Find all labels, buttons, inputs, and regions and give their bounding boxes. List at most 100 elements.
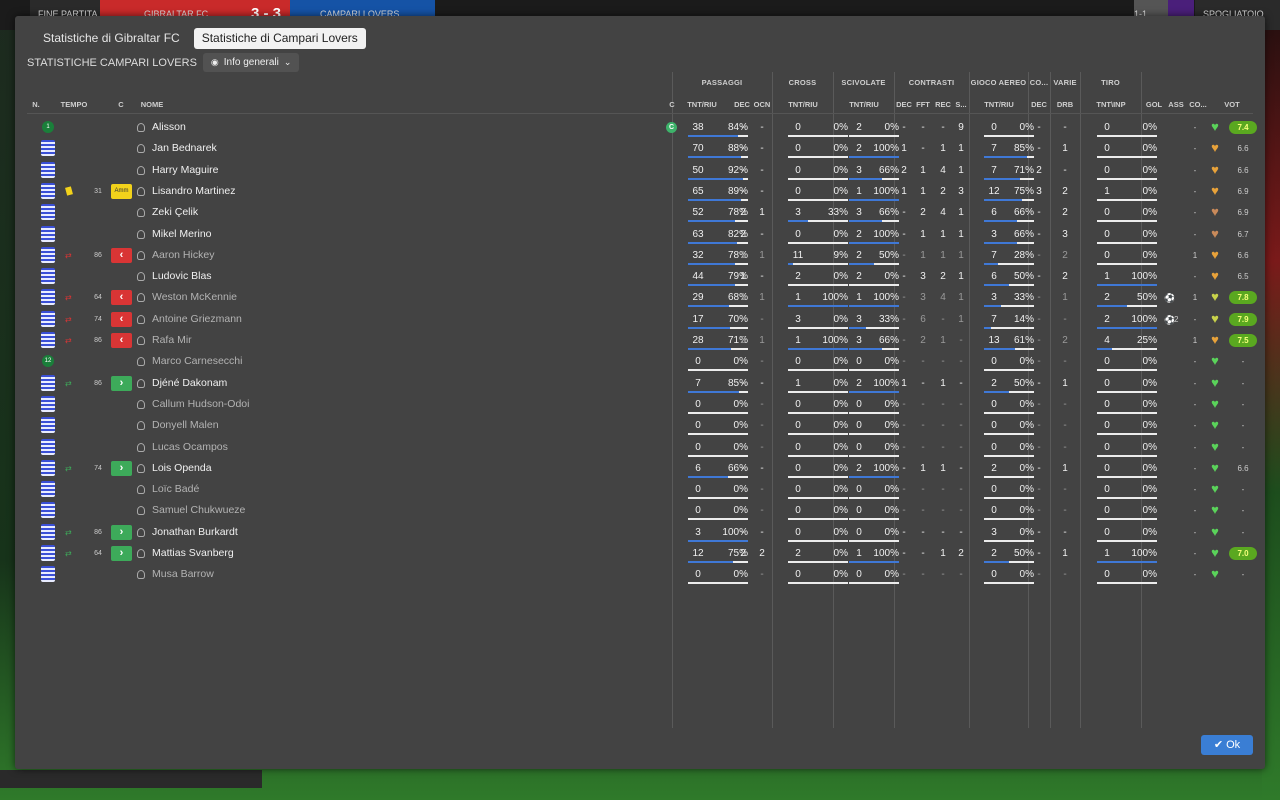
player-name[interactable]: Samuel Chukwueze bbox=[152, 500, 245, 521]
player-name[interactable]: Musa Barrow bbox=[152, 564, 214, 585]
player-name[interactable]: Jonathan Burkardt bbox=[152, 522, 238, 543]
player-name[interactable]: Loïc Badé bbox=[152, 479, 199, 500]
player-profile-icon[interactable] bbox=[137, 421, 145, 431]
player-profile-icon[interactable] bbox=[137, 165, 145, 175]
table-row[interactable]: Samuel Chukwueze 0 0% - -0 0% 0 0% - - - -0 0% - -0 0% -… bbox=[27, 500, 1253, 521]
player-name[interactable]: Rafa Mir bbox=[152, 330, 192, 351]
dribbles: - bbox=[1063, 398, 1067, 410]
table-row[interactable]: ⇄ 86 ‹ Rafa Mir 28 71% 2 1 1 100% 3 66% -2 1-13 61% -2 4… bbox=[27, 330, 1257, 351]
player-profile-icon[interactable] bbox=[137, 123, 145, 132]
header-captain[interactable]: C bbox=[667, 100, 677, 109]
table-row[interactable]: ⇄ 74 ‹ Antoine Griezmann 17 70% - -3 0% 3 33% -6-1 7… bbox=[27, 309, 1257, 330]
player-profile-icon[interactable] bbox=[137, 144, 145, 154]
header-c[interactable]: C bbox=[113, 100, 129, 109]
ok-button[interactable]: ✔ Ok bbox=[1201, 735, 1253, 755]
player-name[interactable]: Marco Carnesecchi bbox=[152, 351, 242, 372]
player-profile-icon[interactable] bbox=[137, 378, 145, 388]
table-row[interactable]: 12 Marco Carnesecchi 0 0% - -0 0% 0 0% - - - -0 0% - -0… bbox=[27, 351, 1253, 372]
header-contr-rec[interactable]: REC bbox=[933, 100, 953, 109]
table-row[interactable]: Donyell Malen 0 0% - -0 0% 0 0% - - - -0 0% - -0 0% - ♥ - bbox=[27, 415, 1253, 436]
table-row[interactable]: Mikel Merino 63 82% 2-0 0% 2 100% -1 1 1 3 66% -3 0 0%… bbox=[27, 224, 1253, 245]
player-profile-icon[interactable] bbox=[137, 229, 145, 239]
table-row[interactable]: ⇄ 86 › Djéné Dakonam 7 85% - -1 0% 2 100% 1-1-2 50% -… bbox=[27, 373, 1253, 394]
header-pass-tnt-riu[interactable]: TNT/RIU bbox=[677, 100, 727, 109]
table-row[interactable]: Harry Maguire 50 92% - -0 0% 3 66% 2 1 4 1 7 71% 2-0 0%… bbox=[27, 160, 1253, 181]
header-pass-dec[interactable]: DEC bbox=[733, 100, 751, 109]
contr-s: 1 bbox=[958, 271, 964, 283]
table-row[interactable]: Lucas Ocampos 0 0% - -0 0% 0 0% - - - -0 0% - -0 0% - ♥ - bbox=[27, 437, 1253, 458]
table-row[interactable]: ⇄ 64 › Mattias Svanberg 12 75% 2 2 2 0% 1 100% - -1 2 2… bbox=[27, 543, 1257, 564]
shots-percent: 0% bbox=[1142, 484, 1157, 496]
player-name[interactable]: Ludovic Blas bbox=[152, 266, 212, 287]
header-condition[interactable]: CO... bbox=[1187, 100, 1209, 109]
player-profile-icon[interactable] bbox=[137, 399, 145, 409]
header-pass-ocn[interactable]: OCN bbox=[752, 100, 772, 109]
shots: 0 0% bbox=[1097, 351, 1157, 372]
table-row[interactable]: 31 Amm Lisandro Martinez 65 89% - -0 0% 1 100% 1 1 2… bbox=[27, 181, 1253, 202]
player-profile-icon[interactable] bbox=[137, 442, 145, 452]
header-tempo[interactable]: TEMPO bbox=[57, 100, 91, 109]
player-profile-icon[interactable] bbox=[137, 549, 145, 558]
player-profile-icon[interactable] bbox=[137, 506, 145, 516]
player-name[interactable]: Alisson bbox=[152, 117, 186, 138]
table-row[interactable]: ⇄ 74 › Lois Openda 6 66% - -0 0% 2 100% -1 1-2 0% -1 0 0… bbox=[27, 458, 1253, 479]
header-sciv-tnt-riu[interactable]: TNT/RIU bbox=[838, 100, 890, 109]
tab-home-stats[interactable]: Statistiche di Gibraltar FC bbox=[35, 28, 188, 49]
table-row[interactable]: 1 Alisson C 38 84% - -0 0% 2 0% - - -9 0 0% - -0 0% - ♥ 7.4 bbox=[27, 117, 1257, 138]
table-row[interactable]: Jan Bednarek 70 88% - -0 0% 2 100% 1-1 1 7 85% -1 0 0%… bbox=[27, 138, 1253, 159]
player-profile-icon[interactable] bbox=[137, 293, 145, 303]
table-row[interactable]: Zeki Çelik 52 78% 2 1 3 33% 3 66% -2 4 1 6 66% -2 0 0% - ♥… bbox=[27, 202, 1253, 223]
player-profile-icon[interactable] bbox=[137, 250, 145, 260]
player-name[interactable]: Lois Openda bbox=[152, 458, 212, 479]
player-profile-icon[interactable] bbox=[137, 463, 145, 473]
tackles-attempts: 2 bbox=[856, 143, 862, 155]
table-row[interactable]: ⇄ 64 ‹ Weston McKennie 29 68% 1 1 1 100% 1 100% -3 4 1… bbox=[27, 287, 1257, 308]
header-drb[interactable]: DRB bbox=[1050, 100, 1080, 109]
player-name[interactable]: Mikel Merino bbox=[152, 224, 212, 245]
header-contr-fft[interactable]: FFT bbox=[914, 100, 932, 109]
player-name[interactable]: Lisandro Martinez bbox=[152, 181, 235, 202]
header-co-dec[interactable]: DEC bbox=[1029, 100, 1049, 109]
player-name[interactable]: Donyell Malen bbox=[152, 415, 219, 436]
player-profile-icon[interactable] bbox=[137, 485, 145, 495]
player-name[interactable]: Harry Maguire bbox=[152, 160, 219, 181]
player-name[interactable]: Weston McKennie bbox=[152, 287, 237, 308]
header-contr-s[interactable]: S... bbox=[953, 100, 969, 109]
header-cross-tnt-riu[interactable]: TNT/RIU bbox=[777, 100, 829, 109]
table-row[interactable]: Loïc Badé 0 0% - -0 0% 0 0% - - - -0 0% - -0 0% - ♥ - bbox=[27, 479, 1253, 500]
player-name[interactable]: Callum Hudson-Odoi bbox=[152, 394, 249, 415]
header-ass[interactable]: ASS bbox=[1166, 100, 1186, 109]
header-n[interactable]: N. bbox=[27, 100, 45, 109]
header-contr-dec[interactable]: DEC bbox=[895, 100, 913, 109]
player-name[interactable]: Zeki Çelik bbox=[152, 202, 198, 223]
player-name[interactable]: Jan Bednarek bbox=[152, 138, 217, 159]
view-dropdown[interactable]: ◉ Info generali ⌄ bbox=[202, 53, 300, 72]
table-row[interactable]: ⇄ 86 › Jonathan Burkardt 3 100% - -0 0% 0 0% - - - -3 0… bbox=[27, 522, 1253, 543]
player-profile-icon[interactable] bbox=[137, 186, 145, 196]
player-profile-icon[interactable] bbox=[137, 314, 145, 324]
header-gol[interactable]: GOL bbox=[1144, 100, 1164, 109]
player-profile-icon[interactable] bbox=[137, 570, 145, 580]
player-name[interactable]: Mattias Svanberg bbox=[152, 543, 234, 564]
header-vot[interactable]: VOT bbox=[1221, 100, 1243, 109]
header-aer-tnt-riu[interactable]: TNT/RIU bbox=[973, 100, 1025, 109]
dribbles: 2 bbox=[1062, 249, 1068, 261]
tab-away-stats[interactable]: Statistiche di Campari Lovers bbox=[193, 28, 366, 49]
table-row[interactable]: Callum Hudson-Odoi 0 0% - -0 0% 0 0% - - - -0 0% - -0 0… bbox=[27, 394, 1253, 415]
player-name[interactable]: Antoine Griezmann bbox=[152, 309, 242, 330]
table-row[interactable]: Musa Barrow 0 0% - -0 0% 0 0% - - - -0 0% - -0 0% - ♥ - bbox=[27, 564, 1253, 585]
table-row[interactable]: Ludovic Blas 44 79% 1-2 0% 2 0% -3 2 1 6 50% -2 1 100%… bbox=[27, 266, 1253, 287]
player-profile-icon[interactable] bbox=[137, 527, 145, 537]
player-name[interactable]: Djéné Dakonam bbox=[152, 373, 227, 394]
header-tiro-tnt-inp[interactable]: TNT\INP bbox=[1085, 100, 1137, 109]
player-profile-icon[interactable] bbox=[137, 336, 145, 345]
header-nome[interactable]: NOME bbox=[137, 100, 167, 109]
player-name[interactable]: Lucas Ocampos bbox=[152, 437, 228, 458]
player-profile-icon[interactable] bbox=[137, 357, 145, 367]
player-rating: 6.6 bbox=[1237, 165, 1249, 175]
table-row[interactable]: ⇄ 86 ‹ Aaron Hickey 32 78% 1 1 11 9% 2 50% -1 1 1 7 28% -… bbox=[27, 245, 1253, 266]
player-profile-icon[interactable] bbox=[137, 272, 145, 282]
player-name[interactable]: Aaron Hickey bbox=[152, 245, 214, 266]
player-profile-icon[interactable] bbox=[137, 208, 145, 218]
aerial-attempts: 0 bbox=[991, 484, 997, 496]
